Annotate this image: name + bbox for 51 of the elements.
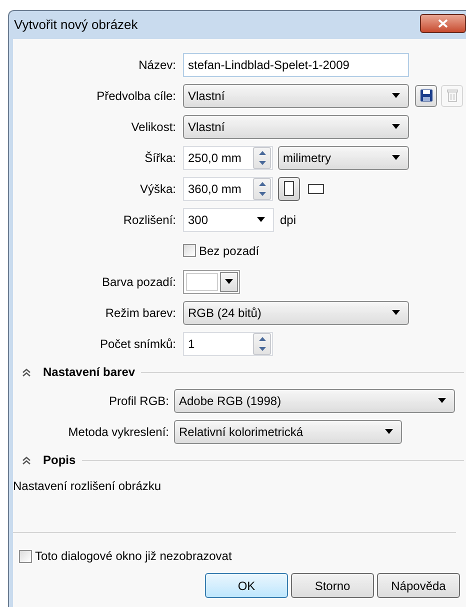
checkbox-label[interactable]: Toto dialogové okno již nezobrazovat: [35, 547, 232, 565]
spin-field[interactable]: 250,0 mm: [183, 146, 273, 170]
checkbox[interactable]: [19, 550, 32, 562]
color-picker[interactable]: [183, 270, 240, 294]
collapse-icon[interactable]: [22, 456, 31, 464]
caret-icon: [225, 279, 233, 284]
collapse-icon[interactable]: [22, 368, 31, 376]
dropdown[interactable]: RGB (24 bitů): [183, 300, 409, 324]
save-icon[interactable]: [415, 84, 437, 106]
dialog-button[interactable]: Storno: [291, 573, 374, 598]
dialog-button[interactable]: Nápověda: [377, 573, 460, 598]
field-label: Výška:: [140, 182, 176, 196]
field-label: Barva pozadí:: [102, 274, 176, 288]
spin-buttons[interactable]: [253, 332, 271, 354]
description-text: Nastavení rozlišení obrázku: [13, 478, 162, 495]
portrait-page-icon[interactable]: [278, 176, 300, 200]
caret-icon: [392, 93, 400, 98]
field-label: Profil RGB:: [108, 394, 169, 408]
caret-icon: [392, 310, 400, 315]
caret-icon: [385, 429, 393, 434]
unit-dropdown[interactable]: milimetry: [278, 146, 409, 170]
caret-icon: [438, 398, 446, 403]
unit-label: dpi: [280, 212, 296, 228]
checkbox[interactable]: [183, 244, 196, 257]
spin-field[interactable]: 1: [183, 332, 273, 356]
resolution-combo[interactable]: 300: [183, 208, 274, 232]
caret-icon: [257, 217, 265, 222]
name-field[interactable]: stefan-Lindblad-Spelet-1-2009: [183, 52, 409, 76]
field-label: Velikost:: [131, 120, 176, 134]
preset-dropdown[interactable]: Vlastní: [183, 84, 409, 108]
field-label: Počet snímků:: [100, 336, 176, 350]
field-label: Režim barev:: [105, 306, 176, 320]
spin-buttons[interactable]: [253, 146, 271, 168]
window-title: Vytvořit nový obrázek: [14, 16, 138, 34]
section-title: Popis: [43, 452, 76, 469]
spin-buttons[interactable]: [253, 178, 271, 200]
field-label: Předvolba cíle:: [96, 88, 176, 102]
spin-field[interactable]: 360,0 mm: [183, 176, 273, 200]
checkbox-label[interactable]: Bez pozadí: [199, 242, 260, 260]
dropdown[interactable]: Vlastní: [183, 114, 409, 138]
caret-icon: [392, 124, 400, 129]
dropdown[interactable]: Adobe RGB (1998): [174, 388, 455, 412]
field-label: Metoda vykreslení:: [68, 424, 169, 438]
field-label: Šířka:: [144, 150, 176, 164]
section-title: Nastavení barev: [43, 364, 136, 381]
dialog-button[interactable]: OK: [205, 573, 288, 598]
close-icon[interactable]: [420, 14, 466, 32]
field-label: Rozlišení:: [123, 212, 176, 226]
dropdown[interactable]: Relativní kolorimetrická: [174, 420, 402, 444]
field-label: Název:: [138, 58, 176, 72]
caret-icon: [392, 155, 400, 160]
